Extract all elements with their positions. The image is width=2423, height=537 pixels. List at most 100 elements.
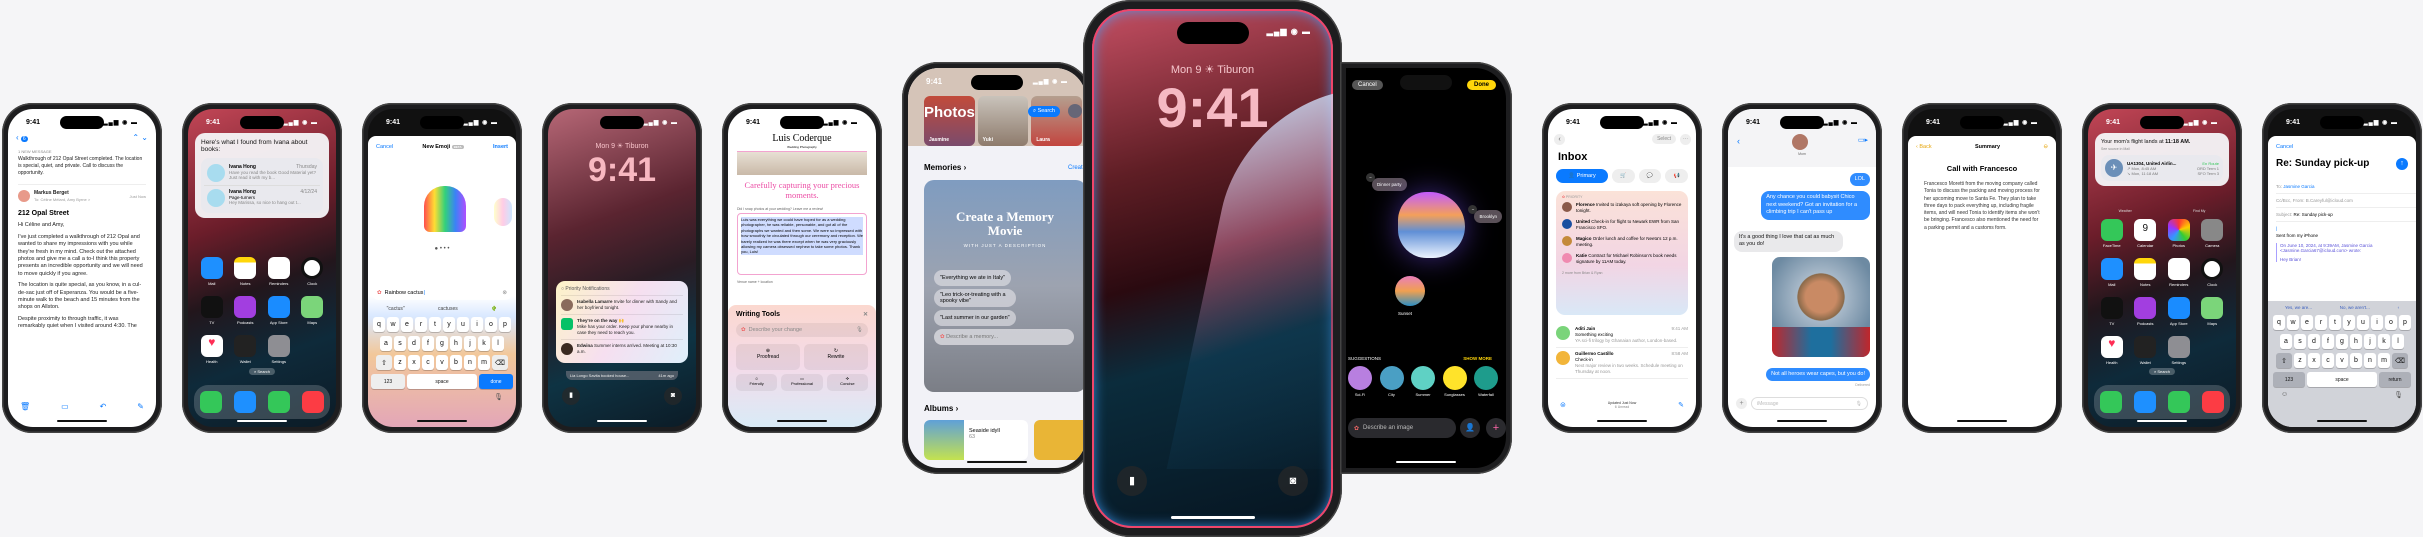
- key-e[interactable]: e: [2301, 315, 2313, 330]
- key-v[interactable]: v: [436, 355, 448, 370]
- compose-icon[interactable]: ✎: [137, 402, 144, 411]
- reply-icon[interactable]: ↶: [100, 402, 107, 411]
- professional-button[interactable]: ▭ Professional: [781, 374, 823, 391]
- key-x[interactable]: x: [408, 355, 420, 370]
- key-t[interactable]: t: [2329, 315, 2341, 330]
- key-h[interactable]: h: [450, 336, 462, 351]
- email-row[interactable]: Guillermo Castillo 8:58 AM Check-in Next ma…: [1556, 348, 1688, 380]
- app-wallet[interactable]: Wallet: [2132, 336, 2160, 365]
- spotlight-search-pill[interactable]: ⌕ Search: [2148, 368, 2176, 375]
- key-j[interactable]: j: [464, 336, 476, 351]
- collapse-chevron-icon[interactable]: ‹: [2398, 305, 2400, 310]
- back-chevron-icon[interactable]: ‹: [1737, 136, 1740, 146]
- key-m[interactable]: m: [478, 355, 490, 370]
- app-camera[interactable]: Camera: [2199, 219, 2227, 248]
- key-y[interactable]: y: [2343, 315, 2355, 330]
- key-w[interactable]: w: [2287, 315, 2299, 330]
- numbers-key[interactable]: 123: [2273, 372, 2305, 387]
- concise-button[interactable]: ✣ Concise: [826, 374, 868, 391]
- tab-transactions[interactable]: 🛒: [1612, 169, 1635, 183]
- done-key[interactable]: done: [479, 374, 513, 389]
- app-photos[interactable]: Photos: [2165, 219, 2193, 248]
- profile-avatar[interactable]: [1068, 104, 1082, 118]
- generated-image[interactable]: [1398, 192, 1465, 258]
- suggestion-city[interactable]: City: [1379, 366, 1404, 397]
- suggestion[interactable]: cactuses: [438, 306, 458, 312]
- microphone-icon[interactable]: 🎙: [856, 327, 863, 333]
- key-r[interactable]: r: [2315, 315, 2327, 330]
- space-key[interactable]: space: [407, 374, 477, 389]
- more-icon[interactable]: ⊖: [2043, 144, 2048, 150]
- memory-prompt-chip[interactable]: "Last summer in our garden": [934, 309, 1016, 326]
- spotlight-search-pill[interactable]: ⌕ Search: [248, 368, 276, 375]
- memory-prompt-chip[interactable]: "Leo trick-or-treating with a spooky vib…: [934, 288, 1016, 307]
- app-reminders[interactable]: Reminders: [2165, 258, 2193, 287]
- app-tv[interactable]: TV: [2098, 297, 2126, 326]
- describe-memory-input[interactable]: ✿ Describe a memory...: [934, 328, 1074, 345]
- key-q[interactable]: q: [2273, 315, 2285, 330]
- friendly-button[interactable]: ☺ Friendly: [736, 374, 778, 391]
- notification-item[interactable]: Edwina Summer interns arrived. Meeting a…: [561, 339, 683, 358]
- app-mail[interactable]: Mail: [198, 257, 226, 286]
- flashlight-button[interactable]: ▮: [1117, 466, 1147, 496]
- compose-icon[interactable]: ✎: [1678, 401, 1684, 409]
- microphone-icon[interactable]: 🎙: [1856, 401, 1862, 407]
- to-field[interactable]: To: Jasmine Garcia: [2276, 180, 2416, 194]
- emoji-prompt-field[interactable]: ✿ Rainbow cactus | ⊗: [372, 286, 512, 300]
- show-more-link[interactable]: SHOW MORE: [1463, 356, 1492, 361]
- proofread-button[interactable]: ⊕ Proofread: [736, 344, 800, 370]
- key-d[interactable]: d: [2308, 334, 2320, 349]
- suggestion[interactable]: 🌵: [491, 306, 497, 312]
- app-podcasts[interactable]: Podcasts: [232, 296, 260, 325]
- space-key[interactable]: space: [2307, 372, 2377, 387]
- app-notes[interactable]: Notes: [232, 257, 260, 286]
- rewrite-button[interactable]: ↻ Rewrite: [804, 344, 868, 370]
- recipients[interactable]: Céline Mélard, Amy Byrne >: [40, 197, 90, 202]
- done-button[interactable]: Done: [1467, 80, 1496, 90]
- key-x[interactable]: x: [2308, 353, 2320, 368]
- cancel-button[interactable]: Cancel: [1352, 80, 1383, 90]
- numbers-key[interactable]: 123: [371, 374, 405, 389]
- key-l[interactable]: l: [492, 336, 504, 351]
- key-i[interactable]: i: [471, 317, 483, 332]
- filter-icon[interactable]: ⊜: [1560, 401, 1566, 409]
- key-y[interactable]: y: [443, 317, 455, 332]
- imessage-input[interactable]: iMessage 🎙: [1751, 397, 1868, 410]
- key-n[interactable]: n: [2364, 353, 2376, 368]
- app-calendar[interactable]: MON 9 Calendar: [2132, 218, 2160, 248]
- app-wallet[interactable]: Wallet: [232, 335, 260, 364]
- close-icon[interactable]: ✕: [863, 311, 868, 318]
- emoji-icon[interactable]: ☺: [2281, 391, 2288, 399]
- cc-from-field[interactable]: Cc/Bcc, From: B.Careyful@icloud.com: [2276, 194, 2416, 208]
- email-row[interactable]: Aditi Jain 9:41 AM Something exciting YA sc…: [1556, 323, 1688, 349]
- key-b[interactable]: b: [450, 355, 462, 370]
- key-m[interactable]: m: [2378, 353, 2390, 368]
- cancel-button[interactable]: Cancel: [376, 144, 393, 150]
- microphone-icon[interactable]: 🎙: [371, 393, 513, 401]
- app-maps[interactable]: Maps: [2199, 297, 2227, 326]
- key-r[interactable]: r: [415, 317, 427, 332]
- genmoji-image[interactable]: [1772, 256, 1870, 357]
- shift-key[interactable]: ⇧: [2276, 353, 2292, 368]
- key-g[interactable]: g: [436, 336, 448, 351]
- key-l[interactable]: l: [2392, 334, 2404, 349]
- insert-button[interactable]: Insert: [493, 144, 508, 150]
- describe-image-input[interactable]: ✿ Describe an image: [1348, 418, 1456, 438]
- stacked-notification[interactable]: Lia Longo Savita booked house... 41m ago: [566, 371, 678, 380]
- subject-field[interactable]: Subject: Re: Sunday pick-up: [2276, 208, 2416, 222]
- key-w[interactable]: w: [387, 317, 399, 332]
- key-p[interactable]: p: [2399, 315, 2411, 330]
- app-clock[interactable]: Clock: [2199, 258, 2227, 287]
- back-button[interactable]: ‹ Back: [1916, 144, 1932, 150]
- app-health[interactable]: ♥ Health: [198, 335, 226, 364]
- app-clock[interactable]: Clock: [299, 257, 327, 286]
- key-e[interactable]: e: [401, 317, 413, 332]
- priority-item[interactable]: Florence Invited to izakaya soft opening…: [1562, 202, 1682, 214]
- memories-heading[interactable]: Memories: [924, 163, 961, 172]
- message-nav-arrows[interactable]: ⌃ ⌄: [132, 133, 148, 142]
- body-field[interactable]: | Sent from my iPhone On June 10, 2024, a…: [2276, 222, 2416, 262]
- facetime-icon[interactable]: ▭▸: [1858, 136, 1868, 144]
- safari-icon[interactable]: [234, 391, 256, 413]
- concept-chip[interactable]: − Dinner party: [1366, 173, 1407, 191]
- key-k[interactable]: k: [2378, 334, 2390, 349]
